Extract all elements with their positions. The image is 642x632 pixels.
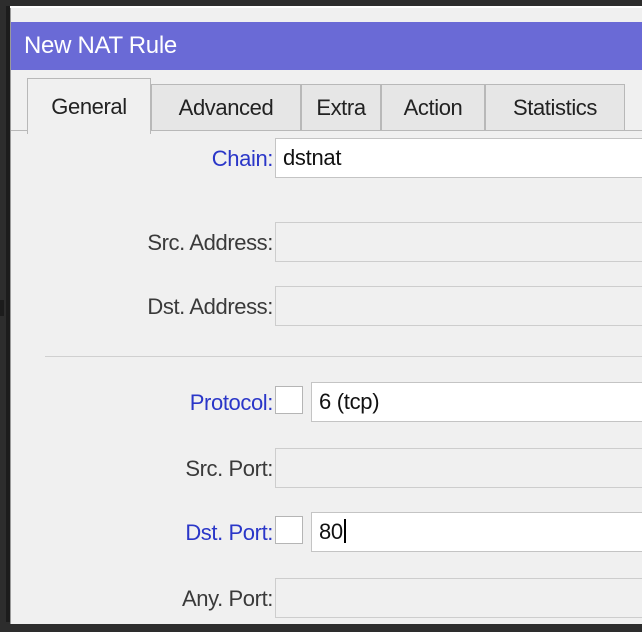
- chain-label: Chain:: [211, 146, 274, 171]
- any-port-label: Any. Port:: [182, 586, 273, 611]
- tab-baseline: [149, 130, 642, 131]
- text-cursor: [343, 519, 346, 544]
- protocol-negate-checkbox[interactable]: [275, 386, 303, 414]
- tab-action[interactable]: Action: [381, 84, 485, 130]
- section-separator: [45, 356, 642, 357]
- tab-general-label: General: [51, 93, 127, 119]
- tab-statistics-label: Statistics: [512, 94, 598, 120]
- src-address-field[interactable]: [275, 222, 642, 262]
- nat-rule-window: New NAT Rule General Advanced Extra Acti…: [10, 8, 642, 624]
- tab-statistics[interactable]: Statistics: [485, 84, 625, 130]
- tab-baseline-left: [11, 130, 27, 131]
- dst-port-value: 80: [319, 519, 343, 544]
- chain-field[interactable]: dstnat: [275, 138, 642, 178]
- dst-port-negate-checkbox[interactable]: [275, 516, 303, 544]
- src-port-field[interactable]: [275, 448, 642, 488]
- dst-port-field[interactable]: 80: [311, 512, 642, 552]
- tab-advanced[interactable]: Advanced: [151, 84, 301, 130]
- tab-advanced-label: Advanced: [178, 94, 274, 120]
- any-port-field[interactable]: [275, 578, 642, 618]
- src-port-row: Src. Port:: [11, 448, 642, 488]
- any-port-row: Any. Port:: [11, 578, 642, 618]
- dst-address-row: Dst. Address:: [11, 286, 642, 326]
- src-port-label: Src. Port:: [185, 456, 273, 481]
- tab-extra[interactable]: Extra: [301, 84, 381, 130]
- dst-port-label: Dst. Port:: [185, 520, 273, 545]
- src-address-label: Src. Address:: [147, 230, 273, 255]
- window-side-tick: [0, 300, 4, 316]
- tab-action-label: Action: [403, 94, 463, 120]
- protocol-row: Protocol: 6 (tcp): [11, 382, 642, 422]
- dst-address-field[interactable]: [275, 286, 642, 326]
- tab-bar: General Advanced Extra Action Statistics: [11, 70, 642, 134]
- protocol-field[interactable]: 6 (tcp): [311, 382, 642, 422]
- src-address-row: Src. Address:: [11, 222, 642, 262]
- window-title: New NAT Rule: [24, 32, 177, 59]
- general-tab-panel: Chain: dstnat Src. Address: Dst. Address…: [11, 132, 642, 632]
- dst-address-label: Dst. Address:: [147, 294, 273, 319]
- window-titlebar[interactable]: New NAT Rule: [11, 22, 642, 70]
- tab-extra-label: Extra: [316, 94, 366, 120]
- chain-row: Chain: dstnat: [11, 138, 642, 178]
- tab-general[interactable]: General: [27, 78, 151, 134]
- dst-port-row: Dst. Port: 80: [11, 512, 642, 552]
- protocol-label: Protocol:: [189, 390, 274, 415]
